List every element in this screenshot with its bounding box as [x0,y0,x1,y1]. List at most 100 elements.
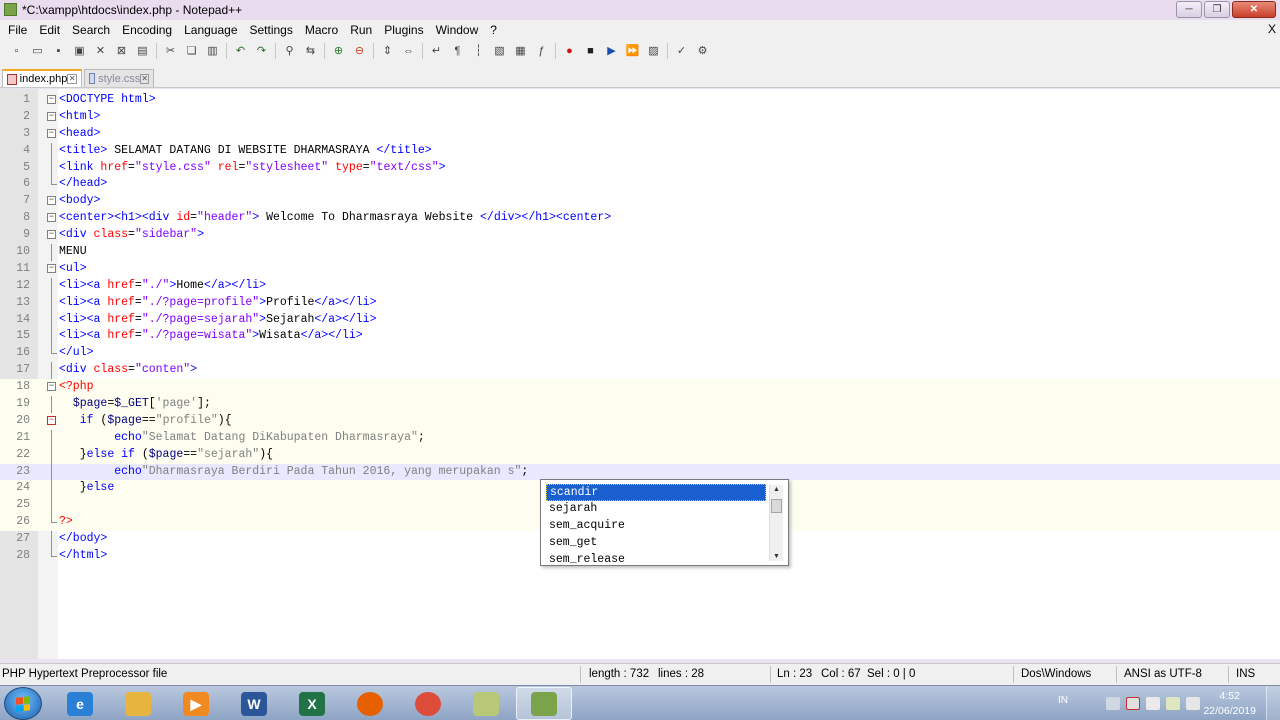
paste-icon[interactable]: ▥ [205,43,221,59]
tab-close-icon[interactable]: ✕ [67,74,77,84]
autocomplete-item[interactable]: sejarah [546,501,766,518]
maximize-button[interactable]: ❐ [1204,1,1230,18]
network-error-icon[interactable] [1126,697,1140,710]
scroll-down-icon[interactable]: ▼ [773,553,780,560]
show-all-chars-icon[interactable]: ¶ [450,43,466,59]
volume-icon[interactable] [1186,697,1200,710]
fold-toggle-icon[interactable]: − [47,263,56,273]
fold-toggle-icon[interactable]: − [47,230,56,240]
code-line[interactable]: 21 echo"Selamat Datang DiKabupaten Dharm… [0,429,1280,447]
menu-run[interactable]: Run [344,23,378,37]
line-text[interactable]: echo"Selamat Datang DiKabupaten Dharmasr… [59,430,425,447]
action-center-icon[interactable] [1146,697,1160,710]
menu-search[interactable]: Search [66,23,116,37]
sync-horizontal-icon[interactable]: ⇔ [401,43,417,59]
save-icon[interactable]: ▪ [51,43,67,59]
menu-language[interactable]: Language [178,23,243,37]
code-line[interactable]: 1 − <DOCTYPE html> [0,92,1280,109]
copy-icon[interactable]: ❏ [184,43,200,59]
line-text[interactable]: MENU [59,244,87,261]
taskbar-stickies[interactable] [458,687,514,720]
code-line[interactable]: 19 $page=$_GET['page']; [0,396,1280,413]
language-indicator[interactable]: IN [1058,695,1068,706]
fold-toggle-icon[interactable]: − [47,415,56,425]
code-line[interactable]: 18 − <?php [0,379,1280,397]
open-file-icon[interactable]: ▭ [30,43,46,59]
scroll-thumb[interactable] [771,499,782,513]
autocomplete-scrollbar[interactable]: ▲ ▼ [769,485,783,561]
indent-guide-icon[interactable]: ┆ [471,43,487,59]
menu-encoding[interactable]: Encoding [116,23,178,37]
play-macro-icon[interactable]: ▶ [604,43,620,59]
code-line[interactable]: 8 − <center><h1><div id="header"> Welcome … [0,210,1280,227]
menu-plugins[interactable]: Plugins [378,23,429,37]
redo-icon[interactable]: ↷ [254,43,270,59]
code-line[interactable]: 5 <link href="style.css" rel="stylesheet"… [0,159,1280,177]
scroll-up-icon[interactable]: ▲ [773,486,780,493]
line-text[interactable]: <html> [59,109,100,126]
line-text[interactable]: <li><a href="./">Home</a></li> [59,278,266,295]
line-text[interactable]: <center><h1><div id="header"> Welcome To… [59,210,611,227]
line-text[interactable]: <li><a href="./?page=profile">Profile</a… [59,295,377,312]
close-all-icon[interactable]: ⊠ [114,43,130,59]
line-text[interactable]: </head> [59,176,107,193]
tab-close-icon[interactable]: ✕ [140,73,149,84]
zoom-in-icon[interactable]: ⊕ [331,43,347,59]
zoom-out-icon[interactable]: ⊖ [352,43,368,59]
line-text[interactable]: <head> [59,126,100,143]
close-icon[interactable]: ✕ [93,43,109,59]
replace-icon[interactable]: ⇆ [303,43,319,59]
taskbar-file-explorer[interactable] [110,687,166,720]
line-text[interactable]: if ($page=="profile"){ [59,413,232,430]
taskbar-media-player[interactable]: ▶ [168,687,224,720]
fold-toggle-icon[interactable]: − [47,128,56,138]
code-editor[interactable]: 1− <DOCTYPE html> 2− <html> 3− <head> 4 <title>… [0,89,1280,659]
stop-record-icon[interactable]: ■ [583,43,599,59]
line-text[interactable]: <div class="sidebar"> [59,227,204,244]
autocomplete-popup[interactable]: scandir sejarah sem_acquire sem_get sem_… [540,479,789,566]
run-macro-multiple-icon[interactable]: ⏩ [625,43,641,59]
taskbar-notepad-plus-plus[interactable] [516,687,572,720]
tab-style-css[interactable]: style.css ✕ [84,69,154,87]
line-text[interactable]: <?php [59,379,94,396]
plugin-icon[interactable]: ⚙ [695,43,711,59]
show-desktop-button[interactable] [1266,686,1280,720]
undo-icon[interactable]: ↶ [233,43,249,59]
fold-toggle-icon[interactable]: − [47,196,56,206]
code-line[interactable]: 3 − <head> [0,126,1280,143]
taskbar-chrome[interactable] [400,687,456,720]
code-line[interactable]: 15 <li><a href="./?page=wisata">Wisata</a… [0,328,1280,346]
line-text[interactable]: <ul> [59,261,87,278]
line-text[interactable]: <DOCTYPE html> [59,92,156,109]
menu-window[interactable]: Window [430,23,485,37]
find-icon[interactable]: ⚲ [282,43,298,59]
code-line[interactable]: 14 <li><a href="./?page=sejarah">Sejarah<… [0,311,1280,329]
new-file-icon[interactable]: ▫ [9,43,25,59]
line-text[interactable]: </ul> [59,345,94,362]
code-line[interactable]: 20 − if ($page=="profile"){ [0,412,1280,430]
line-text[interactable]: </html> [59,548,107,565]
line-text[interactable]: echo"Dharmasraya Berdiri Pada Tahun 2016… [59,464,528,481]
menu-file[interactable]: File [2,23,33,37]
taskbar-firefox[interactable] [342,687,398,720]
code-line[interactable]: 10 MENU [0,244,1280,261]
fold-toggle-icon[interactable]: − [47,111,56,121]
line-text[interactable]: <li><a href="./?page=sejarah">Sejarah</a… [59,312,377,329]
line-text[interactable]: <title> SELAMAT DATANG DI WEBSITE DHARMA… [59,143,432,160]
close-document-button[interactable]: X [1268,22,1276,36]
line-text[interactable]: <li><a href="./?page=wisata">Wisata</a><… [59,328,363,345]
code-line[interactable]: 7 − <body> [0,193,1280,210]
code-line[interactable]: 4 <title> SELAMAT DATANG DI WEBSITE DHARM… [0,142,1280,160]
clock[interactable]: 4:52 22/06/2019 [1203,689,1256,719]
code-line[interactable]: 9 − <div class="sidebar"> [0,227,1280,244]
save-macro-icon[interactable]: ▨ [646,43,662,59]
code-line[interactable]: 17 <div class="conten"> [0,362,1280,380]
word-wrap-icon[interactable]: ↵ [429,43,445,59]
show-hidden-icons-icon[interactable] [1106,697,1120,710]
taskbar-excel[interactable]: X [284,687,340,720]
autocomplete-item[interactable]: scandir [546,484,766,501]
code-line[interactable]: 11 − <ul> [0,261,1280,278]
minimize-button[interactable]: ─ [1176,1,1202,18]
fold-toggle-icon[interactable]: − [47,213,56,223]
user-lang-icon[interactable]: ▧ [492,43,508,59]
